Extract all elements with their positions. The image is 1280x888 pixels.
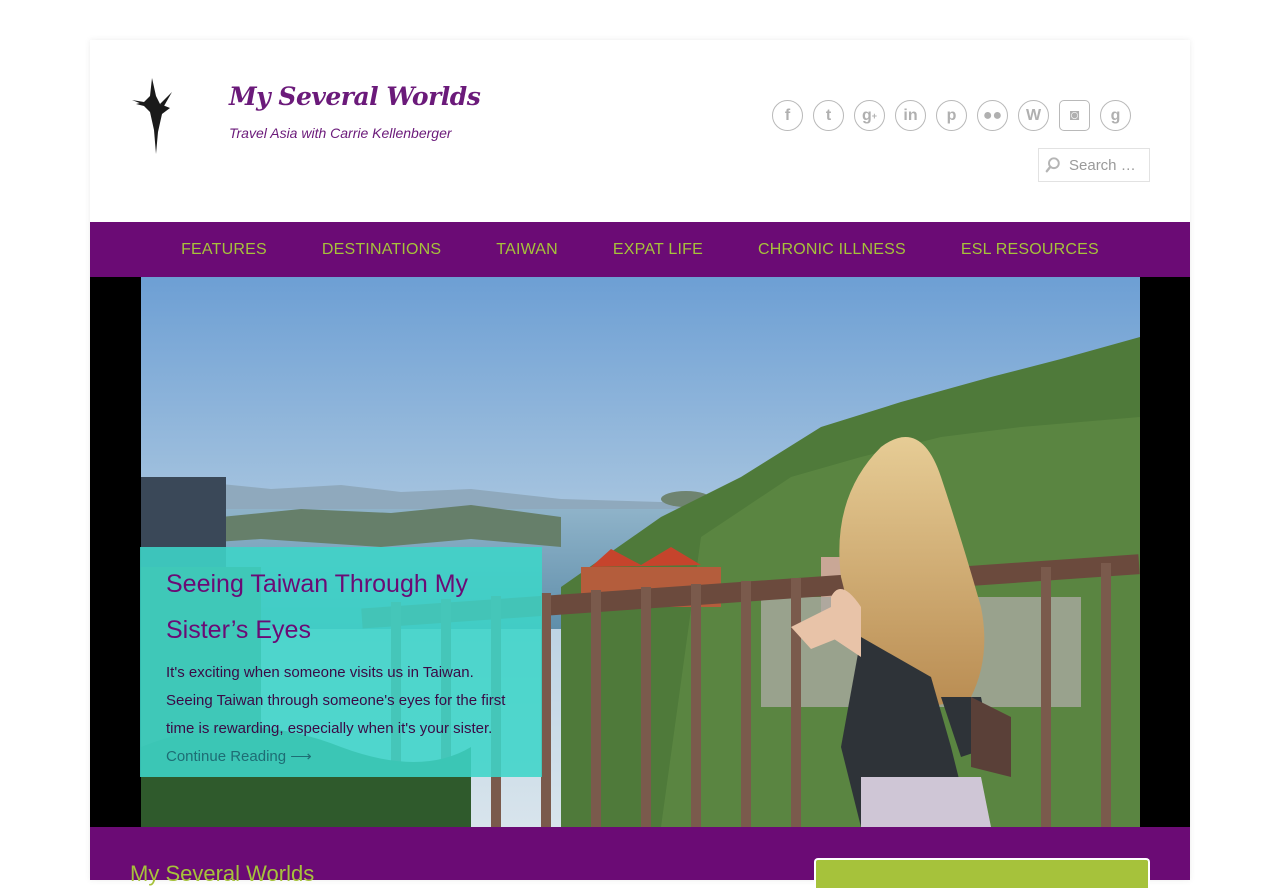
page-container: My Several Worlds Travel Asia with Carri… [90, 40, 1190, 888]
social-icons: f t g + in p ●● W ◙ g [772, 100, 1131, 131]
featured-post-excerpt: It's exciting when someone visits us in … [166, 659, 518, 771]
nav-item-chronic-illness[interactable]: CHRONIC ILLNESS [758, 241, 906, 259]
search-box [1038, 148, 1150, 182]
site-tagline: Travel Asia with Carrie Kellenberger [229, 125, 452, 141]
continue-reading-link[interactable]: Continue Reading ⟶ [166, 748, 312, 765]
hero-slider: Seeing Taiwan Through My Sister’s Eyes I… [90, 277, 1190, 827]
search-input[interactable] [1067, 155, 1149, 175]
section-title: My Several Worlds [130, 861, 315, 886]
twitter-icon[interactable]: t [813, 100, 844, 131]
nav-item-expat-life[interactable]: EXPAT LIFE [613, 241, 703, 259]
pinterest-icon[interactable]: p [936, 100, 967, 131]
main-nav: FEATURES DESTINATIONS TAIWAN EXPAT LIFE … [90, 222, 1190, 277]
featured-post-excerpt-text: It's exciting when someone visits us in … [166, 664, 506, 737]
wordpress-icon[interactable]: W [1018, 100, 1049, 131]
nav-item-esl-resources[interactable]: ESL RESOURCES [961, 241, 1099, 259]
goodreads-icon[interactable]: g [1100, 100, 1131, 131]
sidebar-widget-box [814, 858, 1150, 888]
featured-post-title[interactable]: Seeing Taiwan Through My Sister’s Eyes [166, 561, 518, 653]
hummingbird-logo[interactable] [130, 78, 176, 158]
site-title[interactable]: My Several Worlds [229, 82, 481, 111]
featured-post-box: Seeing Taiwan Through My Sister’s Eyes I… [140, 547, 542, 777]
flickr-icon[interactable]: ●● [977, 100, 1008, 131]
nav-item-taiwan[interactable]: TAIWAN [496, 241, 558, 259]
nav-item-features[interactable]: FEATURES [181, 241, 267, 259]
instagram-icon[interactable]: ◙ [1059, 100, 1090, 131]
content-header-strip: My Several Worlds [90, 827, 1190, 888]
search-icon [1045, 157, 1060, 173]
linkedin-icon[interactable]: in [895, 100, 926, 131]
facebook-icon[interactable]: f [772, 100, 803, 131]
nav-item-destinations[interactable]: DESTINATIONS [322, 241, 441, 259]
google-plus-icon[interactable]: g + [854, 100, 885, 131]
